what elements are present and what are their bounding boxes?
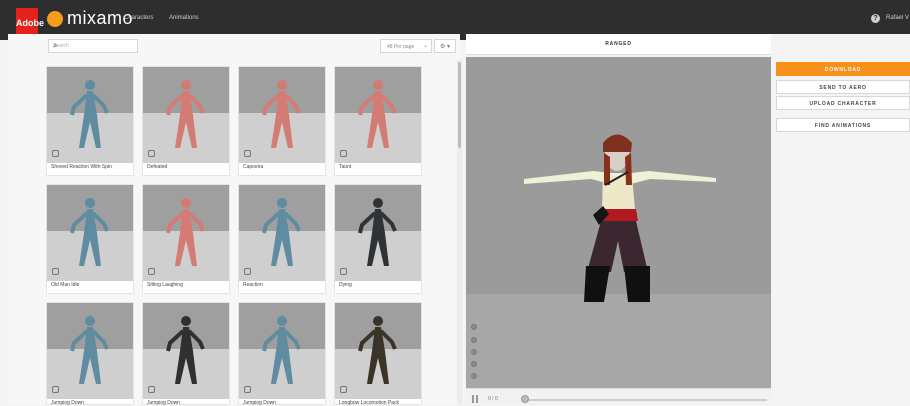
animation-card[interactable]: Taunt: [334, 66, 422, 176]
animation-thumbnail[interactable]: [239, 303, 325, 399]
animation-label: Jumping Down: [51, 400, 85, 406]
timeline-track[interactable]: [524, 399, 767, 401]
character-pose: [166, 316, 205, 384]
user-name[interactable]: Rafael V: [886, 15, 909, 21]
animation-thumbnail[interactable]: [143, 185, 229, 281]
animation-card[interactable]: Shoved Reaction With Spin: [46, 66, 134, 176]
zoom-icon[interactable]: [471, 361, 477, 367]
nav-animations[interactable]: Animations: [169, 15, 199, 21]
animation-thumbnail[interactable]: [335, 67, 421, 163]
preview-icon: [52, 268, 59, 275]
preview-icon: [340, 268, 347, 275]
preview-icon: [52, 150, 59, 157]
search-icon[interactable]: ⌕: [53, 41, 132, 51]
character-name: RANGED: [605, 41, 632, 47]
animation-label: Taunt: [339, 164, 352, 170]
preview-icon: [52, 386, 59, 393]
nav-characters[interactable]: Characters: [124, 15, 153, 21]
character-pose: [262, 198, 301, 266]
animation-thumbnail[interactable]: [47, 303, 133, 399]
character-pose: [70, 80, 109, 148]
animation-label: Old Man Idle: [51, 282, 80, 288]
character-pose: [358, 316, 397, 384]
upload-character-button[interactable]: UPLOAD CHARACTER: [776, 96, 910, 110]
settings-dropdown[interactable]: ⚙ ▾: [434, 39, 456, 53]
animation-card[interactable]: Dying: [334, 184, 422, 294]
animation-thumbnail[interactable]: [47, 67, 133, 163]
preview-icon: [148, 150, 155, 157]
animation-card[interactable]: Old Man Idle: [46, 184, 134, 294]
animation-card[interactable]: Reaction: [238, 184, 326, 294]
grid-icon[interactable]: [471, 349, 477, 355]
character-pose: [166, 80, 205, 148]
animation-thumbnail[interactable]: [239, 67, 325, 163]
character-pose: [262, 80, 301, 148]
character-model[interactable]: [520, 121, 720, 313]
animation-label: Dying: [339, 282, 352, 288]
animation-card[interactable]: Jumping Down: [238, 302, 326, 406]
preview-icon: [244, 150, 251, 157]
download-button[interactable]: DOWNLOAD: [776, 62, 910, 76]
help-icon[interactable]: ?: [871, 14, 880, 23]
animation-label: Jumping Down: [147, 400, 181, 406]
animation-label: Longbow Locomotion Pack: [339, 400, 400, 406]
animation-thumbnail[interactable]: [143, 67, 229, 163]
animation-label: Shoved Reaction With Spin: [51, 164, 112, 170]
preview-icon: [340, 386, 347, 393]
per-page-select[interactable]: 48 Per page ⌄: [380, 39, 432, 53]
animation-label: Defeated: [147, 164, 168, 170]
animation-card[interactable]: Capoeira: [238, 66, 326, 176]
find-animations-button[interactable]: FIND ANIMATIONS: [776, 118, 910, 132]
pause-icon[interactable]: [472, 395, 478, 403]
preview-icon: [244, 386, 251, 393]
animation-card[interactable]: Jumping Down: [142, 302, 230, 406]
animation-card[interactable]: Sitting Laughing: [142, 184, 230, 294]
character-pose: [358, 198, 397, 266]
animation-thumbnail[interactable]: [47, 185, 133, 281]
animation-thumbnail[interactable]: [335, 185, 421, 281]
animation-card[interactable]: Defeated: [142, 66, 230, 176]
character-pose: [70, 198, 109, 266]
animation-card[interactable]: Jumping Down: [46, 302, 134, 406]
timeline-handle[interactable]: [521, 395, 529, 403]
animation-thumbnail[interactable]: [239, 185, 325, 281]
send-to-aero-button[interactable]: SEND TO AERO: [776, 80, 910, 94]
search-input[interactable]: Search ⌕: [48, 39, 138, 53]
rotate-icon[interactable]: [471, 337, 477, 343]
animation-timeline: [466, 388, 771, 405]
character-pose: [358, 80, 397, 148]
preview-icon: [148, 386, 155, 393]
character-pose: [166, 198, 205, 266]
scrollbar-thumb[interactable]: [458, 62, 461, 148]
preview-icon: [148, 268, 155, 275]
preview-icon: [340, 150, 347, 157]
animation-thumbnail[interactable]: [335, 303, 421, 399]
per-page-label: 48 Per page: [387, 44, 415, 50]
preview-icon: [244, 268, 251, 275]
camera-reset-icon[interactable]: [471, 324, 477, 330]
animation-card[interactable]: Longbow Locomotion Pack: [334, 302, 422, 406]
mixamo-logo-icon: [47, 11, 63, 27]
animation-thumbnail[interactable]: [143, 303, 229, 399]
character-pose: [70, 316, 109, 384]
animation-label: Reaction: [243, 282, 263, 288]
animation-label: Sitting Laughing: [147, 282, 183, 288]
time-readout: 0 / 0: [488, 396, 498, 402]
animation-label: Capoeira: [243, 164, 264, 170]
character-pose: [262, 316, 301, 384]
animation-label: Jumping Down: [243, 400, 277, 406]
light-icon[interactable]: [471, 373, 477, 379]
chevron-down-icon: ⌄: [422, 43, 428, 49]
